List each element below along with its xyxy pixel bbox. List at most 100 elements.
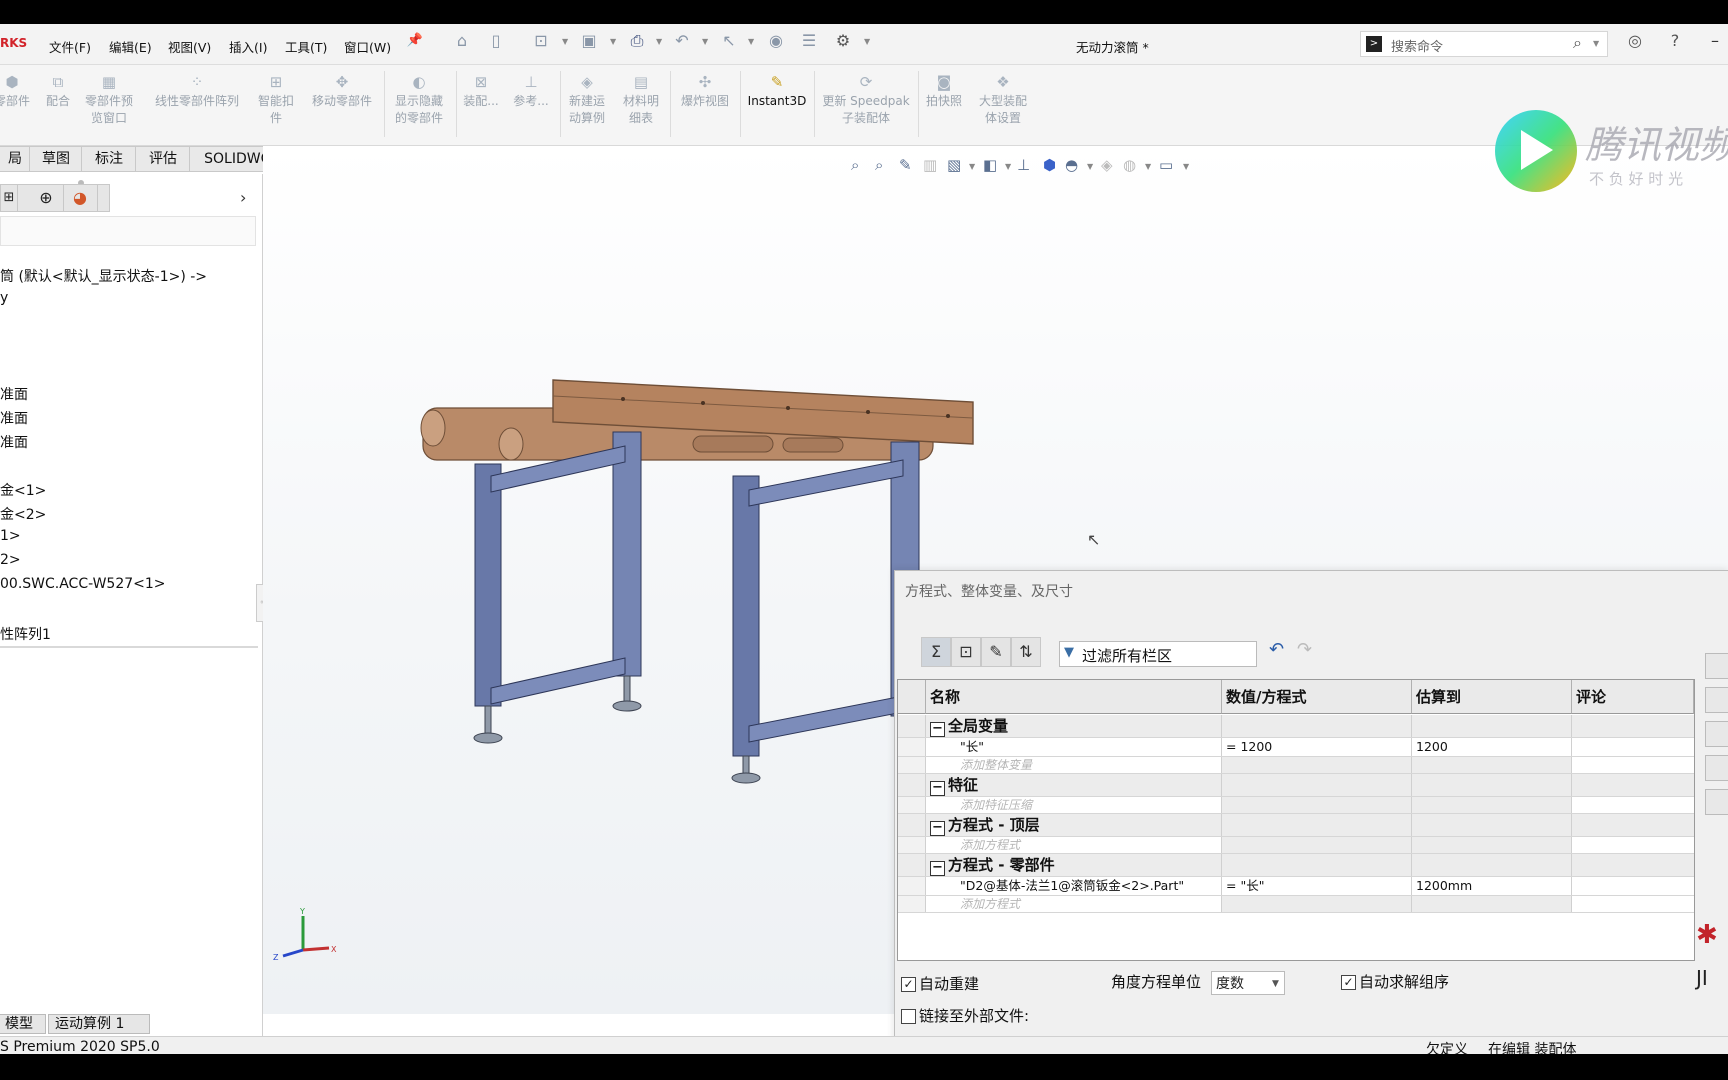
add-feature-suppression-cell[interactable]: 添加特征压缩	[926, 797, 1222, 813]
tree-item-plane[interactable]: 准面	[0, 384, 28, 404]
smart-fasteners-button[interactable]: ⊞ 智能扣 件	[254, 73, 298, 127]
update-speedpak-button[interactable]: ⟳ 更新 Speedpak 子装配体	[816, 73, 916, 127]
tab-sketch[interactable]: 草图	[29, 146, 83, 172]
display-style-icon[interactable]: ⊥	[1017, 156, 1030, 174]
chevron-down-icon[interactable]: ▼	[562, 37, 568, 46]
menu-edit[interactable]: 编辑(E)	[109, 37, 152, 56]
dimxpert-tab-icon[interactable]: ⊕	[29, 185, 64, 211]
filter-all-fields-input[interactable]: ▼ 过滤所有栏区	[1059, 641, 1257, 667]
equation-view-button[interactable]: Σ	[921, 637, 951, 667]
search-icon[interactable]: ⌕	[1573, 33, 1582, 53]
appearance-tab-icon[interactable]: ◕	[63, 185, 98, 211]
exploded-view-button[interactable]: ✣ 爆炸视图	[672, 73, 738, 110]
new-file-icon[interactable]: ▯	[487, 32, 505, 50]
chevron-down-icon[interactable]: ▼	[1145, 162, 1151, 171]
display-cube-icon[interactable]: ⬢	[1043, 156, 1056, 174]
search-commands-field[interactable]: > 搜索命令 ⌕ ▼	[1360, 31, 1608, 57]
variable-name-cell[interactable]: "长"	[926, 738, 1222, 756]
move-component-button[interactable]: ✥ 移动零部件	[304, 73, 380, 110]
tab-layout[interactable]: 局	[0, 146, 31, 172]
tab-evaluate[interactable]: 评估	[135, 146, 191, 172]
export-button[interactable]	[1705, 755, 1728, 781]
insert-component-button[interactable]: ⬢ 零部件	[0, 73, 34, 110]
rebuild-icon[interactable]: ◉	[767, 32, 785, 50]
linear-pattern-button[interactable]: ⁘ 线性零部件阵列	[146, 73, 248, 110]
menu-window[interactable]: 窗口(W)	[344, 37, 391, 56]
dynamic-annotation-icon[interactable]: ▧	[947, 156, 961, 174]
home-icon[interactable]: ⌂	[453, 32, 471, 50]
new-motion-study-button[interactable]: ◈ 新建运 动算例	[562, 73, 612, 127]
section-equations-top-level[interactable]: − 方程式 - 顶层	[926, 814, 1222, 836]
tree-item-component[interactable]: 2>	[0, 552, 21, 568]
user-icon[interactable]: ◎	[1626, 32, 1644, 50]
pin-icon[interactable]: 📌	[406, 32, 424, 50]
chevron-right-icon[interactable]: ›	[240, 188, 246, 207]
tab-markup[interactable]: 标注	[81, 146, 137, 172]
help-icon[interactable]: ?	[1666, 32, 1684, 50]
dimension-view-button[interactable]: ✎	[981, 637, 1011, 667]
section-features[interactable]: − 特征	[926, 774, 1222, 796]
mate-button[interactable]: ⧉ 配合	[38, 73, 78, 110]
sketch-equation-view-button[interactable]: ⊡	[951, 637, 981, 667]
collapse-icon[interactable]: −	[930, 781, 945, 796]
chevron-down-icon[interactable]: ▼	[748, 37, 754, 46]
tree-item-component[interactable]: 1>	[0, 528, 21, 544]
section-view-icon[interactable]: ▥	[923, 156, 937, 174]
chevron-down-icon[interactable]: ▼	[610, 37, 616, 46]
chevron-down-icon[interactable]: ▼	[1183, 162, 1189, 171]
auto-rebuild-checkbox[interactable]: ✓	[901, 977, 916, 992]
collapse-icon[interactable]: −	[930, 821, 945, 836]
link-external-file-checkbox[interactable]	[901, 1009, 916, 1024]
variable-value-cell[interactable]: = 1200	[1222, 738, 1412, 756]
previous-view-icon[interactable]: ✎	[899, 156, 912, 174]
menu-view[interactable]: 视图(V)	[168, 37, 211, 56]
tree-item-plane[interactable]: 准面	[0, 408, 28, 428]
menu-tools[interactable]: 工具(T)	[285, 37, 327, 56]
select-icon[interactable]: ↖	[720, 32, 738, 50]
chevron-down-icon[interactable]: ▼	[1005, 162, 1011, 171]
tab-model[interactable]: 模型	[0, 1014, 46, 1034]
open-icon[interactable]: ⊡	[532, 32, 550, 50]
instant3d-button[interactable]: ✎ Instant3D	[742, 73, 812, 110]
tree-item-history[interactable]: y	[0, 290, 8, 306]
menu-file[interactable]: 文件(F)	[49, 37, 91, 56]
chevron-down-icon[interactable]: ▼	[1593, 39, 1599, 48]
redo-icon[interactable]: ↷	[1297, 639, 1312, 660]
help-button[interactable]	[1705, 789, 1728, 815]
undo-icon[interactable]: ↶	[673, 32, 691, 50]
component-preview-button[interactable]: ▦ 零部件预 览窗口	[80, 73, 138, 127]
undo-icon[interactable]: ↶	[1269, 639, 1284, 660]
tab-motion-study[interactable]: 运动算例 1	[48, 1014, 150, 1034]
gear-icon[interactable]: ⚙	[834, 32, 852, 50]
view-orientation-icon[interactable]: ◧	[983, 156, 997, 174]
assembly-features-button[interactable]: ⊠ 装配...	[458, 73, 504, 110]
cancel-button[interactable]	[1705, 687, 1728, 713]
reference-geometry-button[interactable]: ⊥ 参考...	[508, 73, 554, 110]
section-equations-components[interactable]: − 方程式 - 零部件	[926, 854, 1222, 876]
hide-show-icon[interactable]: ◓	[1065, 156, 1078, 174]
scene-icon[interactable]: ◍	[1123, 156, 1136, 174]
chevron-down-icon[interactable]: ▼	[1087, 162, 1093, 171]
tree-item-component[interactable]: 00.SWC.ACC-W527<1>	[0, 576, 166, 592]
large-assembly-settings-button[interactable]: ❖ 大型装配 体设置	[970, 73, 1036, 127]
tree-item-component[interactable]: 金<2>	[0, 504, 46, 524]
appearance-icon[interactable]: ◈	[1101, 156, 1113, 174]
minimize-icon[interactable]: –	[1706, 32, 1724, 50]
add-equation-cell[interactable]: 添加方程式	[926, 896, 1222, 912]
ok-button[interactable]	[1705, 653, 1728, 679]
section-global-variables[interactable]: − 全局变量	[926, 715, 1222, 737]
chevron-down-icon[interactable]: ▼	[969, 162, 975, 171]
bill-of-materials-button[interactable]: ▤ 材料明 细表	[616, 73, 666, 127]
chevron-down-icon[interactable]: ▼	[864, 37, 870, 46]
tree-item-plane[interactable]: 准面	[0, 432, 28, 452]
chevron-down-icon[interactable]: ▼	[702, 37, 708, 46]
print-icon[interactable]: ⎙	[628, 32, 646, 50]
angle-unit-select[interactable]: 度数 ▼	[1211, 971, 1285, 995]
take-snapshot-button[interactable]: ◙ 拍快照	[920, 73, 968, 110]
show-hidden-components-button[interactable]: ◐ 显示隐藏 的零部件	[388, 73, 450, 127]
add-equation-cell[interactable]: 添加方程式	[926, 837, 1222, 853]
tree-item-pattern[interactable]: 性阵列1	[0, 624, 51, 644]
collapse-icon[interactable]: −	[930, 861, 945, 876]
equation-value-cell[interactable]: = "长"	[1222, 877, 1412, 895]
zoom-to-fit-icon[interactable]: ⌕	[851, 156, 859, 174]
